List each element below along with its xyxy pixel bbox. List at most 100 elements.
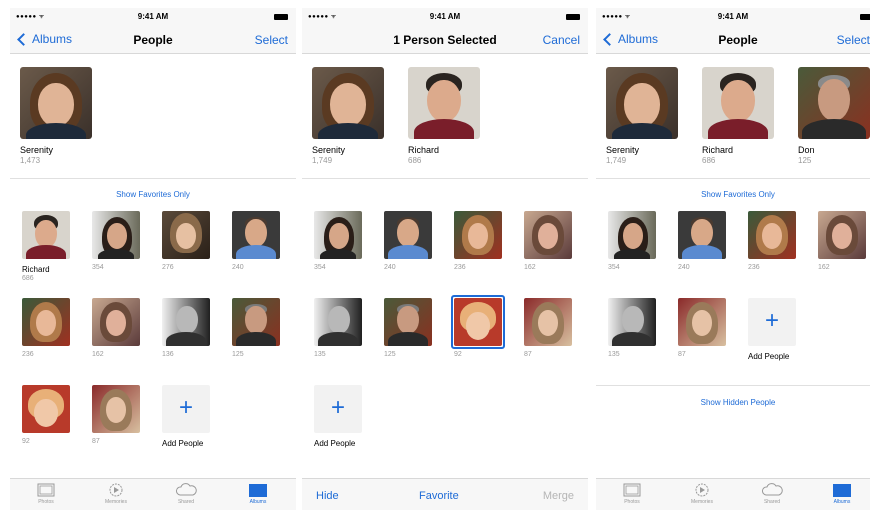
show-hidden-people-link[interactable]: Show Hidden People xyxy=(606,398,870,407)
person-photo xyxy=(92,385,140,433)
nav-bar: Albums People Select xyxy=(10,26,296,54)
person-cell[interactable]: 135 xyxy=(314,298,362,358)
person-photo xyxy=(384,211,432,259)
favorite-person[interactable]: Don 125 xyxy=(798,67,870,165)
person-cell[interactable]: 240 xyxy=(232,211,280,271)
photos-tab-icon xyxy=(37,483,55,497)
memories-tab-icon xyxy=(695,483,709,497)
action-toolbar: Hide Favorite Merge xyxy=(302,478,588,510)
add-people-button[interactable]: + Add People xyxy=(748,298,796,361)
person-cell[interactable]: 135 xyxy=(608,298,656,358)
person-photo xyxy=(92,298,140,346)
person-cell[interactable]: 236 xyxy=(454,211,502,271)
cancel-button[interactable]: Cancel xyxy=(543,33,580,47)
add-people-label: Add People xyxy=(162,439,204,448)
tab-photos[interactable]: Photos xyxy=(612,483,652,505)
select-button[interactable]: Select xyxy=(255,33,288,47)
tab-label: Memories xyxy=(105,499,127,505)
tab-albums[interactable]: Albums xyxy=(822,483,862,505)
photo-count: 240 xyxy=(232,264,244,271)
person-photo xyxy=(748,211,796,259)
tab-shared[interactable]: Shared xyxy=(166,483,206,505)
person-cell[interactable]: 87 xyxy=(524,298,572,358)
person-photo xyxy=(22,298,70,346)
person-cell[interactable]: 236 xyxy=(22,298,70,358)
add-people-tile: + xyxy=(162,385,210,433)
nav-bar: 1 Person Selected Cancel xyxy=(302,26,588,54)
person-cell[interactable]: 125 xyxy=(232,298,280,358)
photos-tab-icon xyxy=(623,483,641,497)
person-cell[interactable]: 354 xyxy=(92,211,140,271)
person-photo xyxy=(232,298,280,346)
photo-count: 240 xyxy=(678,264,690,271)
photo-count: 686 xyxy=(408,156,422,165)
add-people-button[interactable]: + Add People xyxy=(162,385,210,448)
photo-count: 135 xyxy=(608,351,620,358)
tab-label: Shared xyxy=(177,499,195,505)
person-photo xyxy=(384,298,432,346)
photo-count: 354 xyxy=(92,264,104,271)
person-cell[interactable]: 125 xyxy=(384,298,432,358)
person-photo xyxy=(678,211,726,259)
show-favorites-only-link[interactable]: Show Favorites Only xyxy=(606,190,870,199)
photo-count: 125 xyxy=(798,156,812,165)
select-button[interactable]: Select xyxy=(837,33,870,47)
add-people-button[interactable]: + Add People xyxy=(314,385,362,448)
photo-count: 87 xyxy=(92,438,100,445)
person-cell[interactable]: 92 xyxy=(22,385,70,445)
tab-photos[interactable]: Photos xyxy=(26,483,66,505)
person-name: Don xyxy=(798,145,815,155)
tab-shared[interactable]: Shared xyxy=(752,483,792,505)
show-favorites-only-link[interactable]: Show Favorites Only xyxy=(10,190,296,199)
person-photo xyxy=(314,298,362,346)
divider xyxy=(302,178,588,179)
favorite-person[interactable]: Serenity 1,749 xyxy=(606,67,678,165)
person-photo xyxy=(702,67,774,139)
person-photo xyxy=(162,211,210,259)
person-cell[interactable]: 240 xyxy=(678,211,726,271)
person-cell[interactable]: 162 xyxy=(92,298,140,358)
person-name: Richard xyxy=(702,145,734,155)
person-photo xyxy=(162,298,210,346)
person-cell[interactable]: 162 xyxy=(524,211,572,271)
status-bar: ●●●●● ᯤ 9:41 AM xyxy=(596,8,870,26)
person-photo xyxy=(798,67,870,139)
person-photo xyxy=(818,211,866,259)
person-cell[interactable]: 87 xyxy=(678,298,726,358)
page-title: People xyxy=(718,33,758,47)
favorite-person[interactable]: Serenity 1,749 xyxy=(312,67,384,165)
photo-count: 276 xyxy=(162,264,174,271)
person-cell[interactable]: 162 xyxy=(818,211,866,271)
favorite-person[interactable]: Richard 686 xyxy=(702,67,774,165)
person-photo xyxy=(608,211,656,259)
person-name: Serenity xyxy=(312,145,346,155)
favorite-button[interactable]: Favorite xyxy=(419,490,459,502)
person-cell[interactable]: 354 xyxy=(314,211,362,271)
person-cell[interactable]: 276 xyxy=(162,211,210,271)
person-cell-selected[interactable]: 92 xyxy=(451,295,505,358)
tab-label: Photos xyxy=(38,499,54,505)
tab-memories[interactable]: Memories xyxy=(96,483,136,505)
tab-albums[interactable]: Albums xyxy=(238,483,278,505)
person-cell[interactable]: 240 xyxy=(384,211,432,271)
clock: 9:41 AM xyxy=(137,12,169,21)
hide-button[interactable]: Hide xyxy=(316,490,339,502)
person-cell[interactable]: 236 xyxy=(748,211,796,271)
photo-count: 354 xyxy=(314,264,326,271)
favorite-person[interactable]: Richard 686 xyxy=(408,67,480,165)
person-cell[interactable]: 136 xyxy=(162,298,210,358)
person-cell[interactable]: 354 xyxy=(608,211,656,271)
battery-icon xyxy=(274,14,288,20)
tab-memories[interactable]: Memories xyxy=(682,483,722,505)
tab-label: Photos xyxy=(624,499,640,505)
plus-icon: + xyxy=(178,394,193,421)
person-cell[interactable]: 87 xyxy=(92,385,140,445)
page-title: People xyxy=(133,33,173,47)
plus-icon: + xyxy=(764,307,779,334)
person-photo xyxy=(408,67,480,139)
favorite-person[interactable]: Serenity 1,473 xyxy=(20,67,92,165)
person-photo xyxy=(454,298,502,346)
person-cell[interactable]: Richard 686 xyxy=(22,211,70,282)
merge-button[interactable]: Merge xyxy=(543,490,574,502)
photo-count: 125 xyxy=(232,351,244,358)
